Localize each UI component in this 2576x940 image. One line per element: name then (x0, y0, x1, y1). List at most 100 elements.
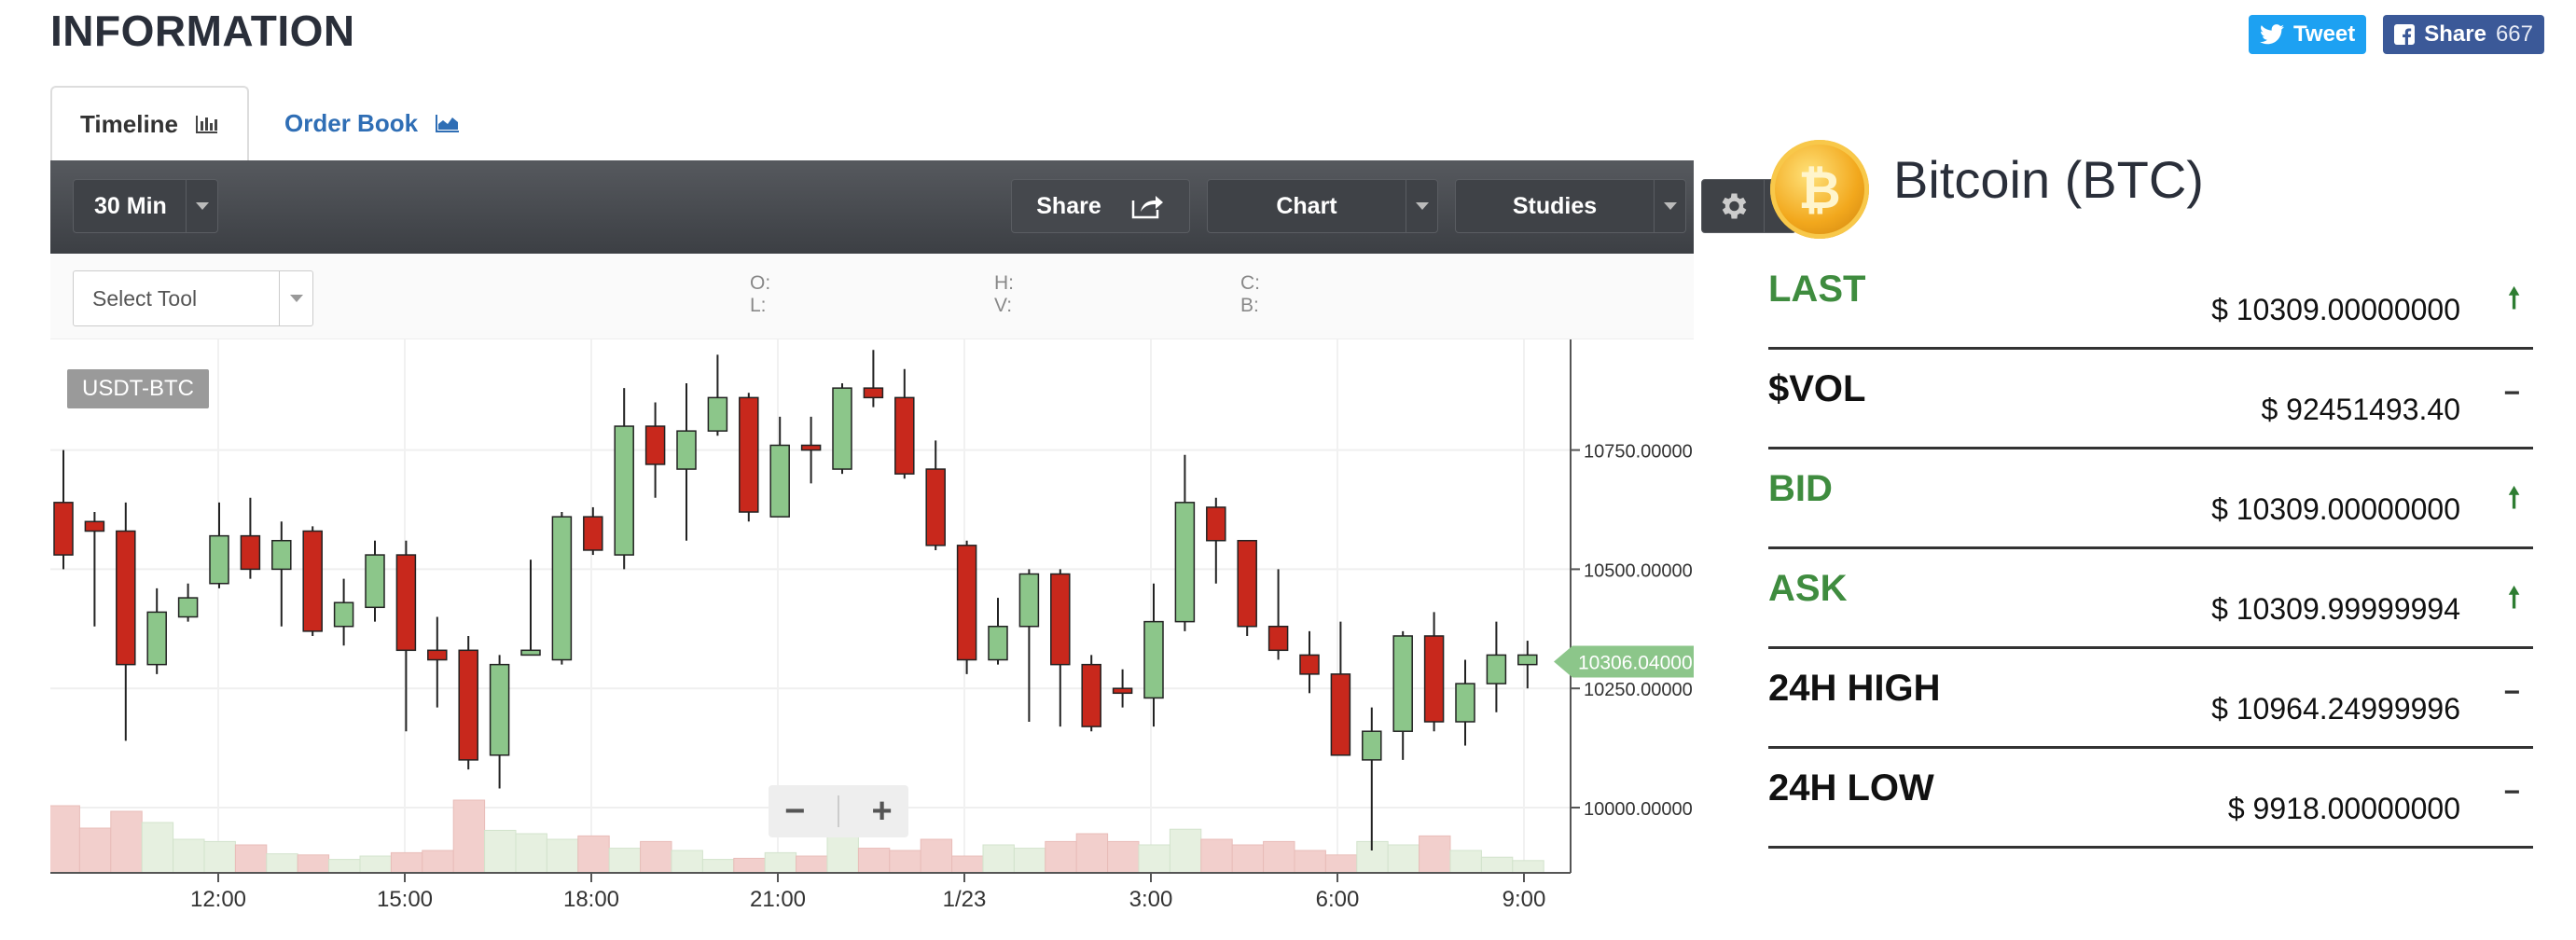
info-row-bid: BID $ 10309.00000000 🠕 (1768, 449, 2533, 549)
volume-bar (515, 833, 547, 874)
candle-up (551, 516, 573, 661)
candle-down (739, 396, 759, 513)
info-row-volume: $VOL $ 92451493.40 − (1768, 350, 2533, 449)
info-label: BID (1768, 468, 1833, 509)
interval-dropdown[interactable]: 30 Min (73, 179, 218, 233)
chart-type-dropdown[interactable]: Chart (1207, 179, 1438, 233)
volume-bar (78, 827, 112, 874)
dash-icon: − (2503, 677, 2520, 708)
candle-up (1392, 635, 1413, 732)
tab-timeline[interactable]: Timeline (50, 86, 250, 160)
x-tick-label: 1/23 (943, 887, 987, 912)
share-chart-label: Share (1036, 192, 1101, 219)
select-tool-label: Select Tool (92, 285, 198, 311)
tweet-button[interactable]: Tweet (2249, 15, 2367, 54)
candle-down (1267, 625, 1289, 652)
info-value: $ 10309.99999994 (2211, 592, 2460, 626)
volume-bar (1512, 860, 1544, 874)
chart-toolbar: 30 Min Share Chart Studies (50, 160, 1796, 254)
high-label: H: (994, 272, 1014, 294)
dash-icon: − (2503, 378, 2520, 408)
candle-up (832, 387, 852, 470)
social-buttons: Tweet Share 667 (2249, 15, 2544, 54)
candle-up (1455, 683, 1475, 723)
x-tick-label: 21:00 (750, 887, 806, 912)
studies-dropdown[interactable]: Studies (1455, 179, 1686, 233)
candle-down (1081, 663, 1101, 727)
bitcoin-logo-icon: ₿ (1770, 140, 1869, 239)
share-label: Share (2424, 21, 2486, 47)
ohlc-high-volume: H: V: (994, 272, 1014, 317)
info-label: LAST (1768, 269, 1866, 310)
facebook-share-button[interactable]: Share 667 (2383, 15, 2544, 54)
candle-up (209, 534, 229, 585)
volume-bar (546, 838, 579, 874)
volume-bar (1045, 840, 1077, 874)
price-chart[interactable]: 10750.00000 10500.00000 10250.00000 10000.0… (50, 339, 1694, 912)
candle-down (1237, 539, 1257, 628)
candle-up (271, 539, 292, 571)
share-chart-button[interactable]: Share (1011, 179, 1190, 233)
volume-bar (1169, 828, 1202, 874)
volume-bar (1480, 856, 1514, 874)
dash-icon: − (2503, 777, 2520, 808)
volume-bar (359, 855, 392, 874)
share-count: 667 (2495, 21, 2533, 47)
chart-type-label: Chart (1276, 192, 1337, 219)
low-label: L: (750, 295, 767, 316)
volume-bar (796, 855, 828, 874)
x-tick-label: 12:00 (190, 887, 246, 912)
candle-up (1517, 654, 1538, 666)
volume-bar (390, 851, 423, 874)
volume-bar (203, 840, 236, 874)
open-label: O: (750, 272, 771, 294)
select-tool-dropdown[interactable]: Select Tool (73, 270, 313, 326)
tab-order-book[interactable]: Order Book (249, 86, 489, 160)
y-tick-label: 10500.00000 (1584, 560, 1693, 581)
facebook-icon (2394, 24, 2416, 45)
candle-up (177, 597, 199, 618)
current-price-label: 10306.04000 (1578, 653, 1693, 674)
zoom-in-button[interactable]: + (872, 792, 893, 832)
x-tick-label: 3:00 (1129, 887, 1173, 912)
volume-bar (1231, 844, 1265, 874)
volume-bar (857, 848, 891, 874)
candle-up (365, 554, 385, 609)
volume-bar (1294, 850, 1326, 874)
candle-down (84, 520, 105, 532)
tweet-label: Tweet (2293, 21, 2356, 47)
area-chart-icon (436, 115, 460, 132)
chart-tabs: Timeline Order Book (50, 86, 489, 160)
y-tick-label: 10750.00000 (1584, 442, 1693, 463)
share-arrow-icon (1131, 196, 1163, 219)
candle-down (863, 387, 884, 399)
volume-bar (764, 851, 797, 874)
candle-down (1112, 687, 1133, 695)
zoom-out-button[interactable]: − (784, 792, 805, 832)
volume-bar (1419, 835, 1451, 874)
chevron-down-icon (186, 180, 217, 232)
candle-up (1486, 654, 1507, 684)
volume-bar (982, 844, 1015, 874)
volume-bar (1075, 833, 1109, 874)
candle-up (769, 444, 790, 518)
volume-bar (328, 859, 361, 874)
candle-down (1330, 673, 1351, 756)
candle-down (116, 530, 136, 666)
y-tick-label: 10250.00000 (1584, 680, 1693, 700)
volume-bar (234, 844, 268, 874)
candle-down (395, 554, 417, 652)
x-tick-label: 18:00 (563, 887, 619, 912)
candle-up (489, 663, 510, 756)
candle-up (1018, 573, 1040, 628)
y-tick-label: 10000.00000 (1584, 799, 1693, 820)
candle-down (583, 516, 603, 551)
candle-up (146, 611, 167, 666)
volume-bar (1263, 840, 1295, 874)
candle-down (53, 502, 74, 556)
info-row-24h-high: 24H HIGH $ 10964.24999996 − (1768, 649, 2533, 749)
x-tick-label: 15:00 (377, 887, 433, 912)
candle-up (614, 425, 634, 556)
ohlc-open-low: O: L: (750, 272, 770, 317)
candle-down (1299, 654, 1320, 675)
